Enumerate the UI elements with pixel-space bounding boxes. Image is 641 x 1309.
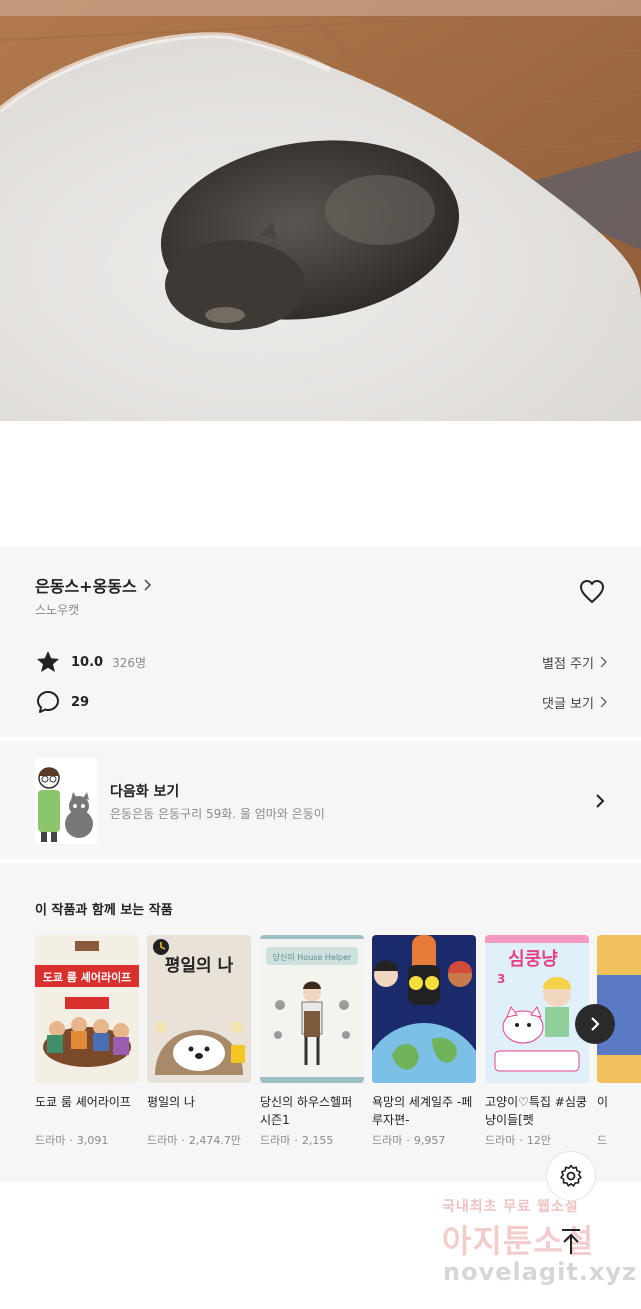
rating-score: 10.0 [71,654,104,670]
recommendation-views: 2,155 [301,1134,334,1147]
gear-icon [560,1164,582,1187]
recommendation-title: 욕망의 세계일주 -페루자편- [372,1095,473,1127]
recommendation-card[interactable]: 평일의 나 평일의 나 드라마 · 2,474.7만 [147,935,251,1148]
star-icon [35,649,61,675]
work-info-card: 은동스+옹동스 스노우캣 10.0 326명 별점 주기 29 댓글 보기 [0,547,641,737]
rating-count: 326명 [112,655,147,670]
recommendation-card[interactable]: 도쿄 룸 셰어라이프 도쿄 룸 셰어라이프 드라마 · 3,091 [35,935,139,1148]
chevron-right-icon [600,656,607,668]
recommendation-card[interactable]: 심쿵냥 3 고양이♡특집 #심쿵냥이들[펫 드라마 · 12만 [485,935,589,1148]
recommendation-views: 12만 [526,1134,551,1147]
recommendation-title: 당신의 하우스헬퍼 시즌1 [260,1095,353,1127]
recommendation-title: 이 [597,1095,609,1109]
rating-row: 10.0 326명 별점 주기 [35,649,607,675]
recommendation-meta: 드 [597,1132,641,1148]
recommendation-meta: 드라마 · 2,155 [260,1134,334,1147]
next-episode-label: 다음화 보기 [110,784,180,800]
recommendation-genre: 드라마 [260,1134,291,1147]
recommendation-genre: 드 [597,1134,608,1147]
cover-title: 평일의 나 [165,956,234,976]
recommendation-meta: 드라마 · 12만 [485,1134,551,1147]
comment-row: 29 댓글 보기 [35,689,607,715]
watermark-tagline: 국내최초 무료 웹소설 [442,1199,579,1215]
recommendation-genre: 드라마 [147,1134,178,1147]
comment-count: 29 [71,694,90,710]
chevron-right-icon [596,794,605,808]
recommendation-meta: 드라마 · 9,957 [372,1134,446,1147]
recommendation-views: 2,474.7만 [188,1134,241,1147]
next-episode-thumbnail [35,758,97,844]
content-gap [0,421,641,547]
cover-title: 도쿄 룸 셰어라이프 [43,970,132,984]
recommendation-card[interactable]: 당신의 House Helper 당신의 하우스헬퍼 시즌1 드라마 · 2,155 [260,935,364,1148]
recommendation-card[interactable]: 욕망의 세계일주 -페루자편- 드라마 · 9,957 [372,935,476,1148]
work-author: 스노우캣 [35,603,80,617]
recommendations-heading: 이 작품과 함께 보는 작품 [35,903,173,918]
carousel-next-button[interactable] [575,1004,615,1044]
recommendation-title: 고양이♡특집 #심쿵냥이들[펫 [485,1095,587,1127]
speech-bubble-icon [35,689,61,715]
watermark-url: novelagit.xyz [443,1258,638,1286]
chevron-right-icon [600,696,607,708]
scroll-to-top-button[interactable] [554,1222,588,1262]
work-title-link[interactable]: 은동스+옹동스 [35,573,153,597]
cover-image: 도쿄 룸 셰어라이프 [35,935,139,1083]
cover-image [372,935,476,1083]
recommendation-title: 평일의 나 [147,1095,195,1109]
rate-button[interactable]: 별점 주기 [542,653,607,672]
svg-text:3: 3 [497,972,505,986]
recommendation-genre: 드라마 [485,1134,516,1147]
view-comments-label: 댓글 보기 [542,696,594,712]
recommendations-section: 이 작품과 함께 보는 작품 도쿄 룸 셰어라이프 도쿄 룸 셰어라이프 드라마… [0,863,641,1182]
next-episode-card[interactable]: 다음화 보기 은동은동 은동구리 59화. 울 엄마와 은동이 [0,741,641,859]
rate-button-label: 별점 주기 [542,656,594,672]
settings-button[interactable] [546,1151,596,1201]
chevron-right-icon [591,1017,600,1031]
view-comments-button[interactable]: 댓글 보기 [542,693,607,712]
recommendations-carousel[interactable]: 도쿄 룸 셰어라이프 도쿄 룸 셰어라이프 드라마 · 3,091 평일의 나 … [35,935,641,1165]
recommendation-genre: 드라마 [372,1134,403,1147]
next-episode-description: 은동은동 은동구리 59화. 울 엄마와 은동이 [110,807,325,821]
cover-title: 당신의 House Helper [273,952,352,962]
recommendation-views: 3,091 [76,1134,109,1147]
recommendation-genre: 드라마 [35,1134,66,1147]
recommendation-views: 9,957 [413,1134,446,1147]
episode-last-image [0,0,641,421]
heart-outline-icon[interactable] [578,578,606,606]
chevron-right-icon [144,579,151,591]
recommendation-meta: 드라마 · 2,474.7만 [147,1134,241,1147]
recommendation-title: 도쿄 룸 셰어라이프 [35,1095,131,1109]
cover-image: 평일의 나 [147,935,251,1083]
recommendation-meta: 드라마 · 3,091 [35,1134,109,1147]
arrow-up-icon [562,1229,580,1254]
cover-title: 심쿵냥 [508,949,558,970]
work-title: 은동스+옹동스 [35,577,137,596]
cover-image: 심쿵냥 3 [485,935,589,1083]
cover-image: 당신의 House Helper [260,935,364,1083]
